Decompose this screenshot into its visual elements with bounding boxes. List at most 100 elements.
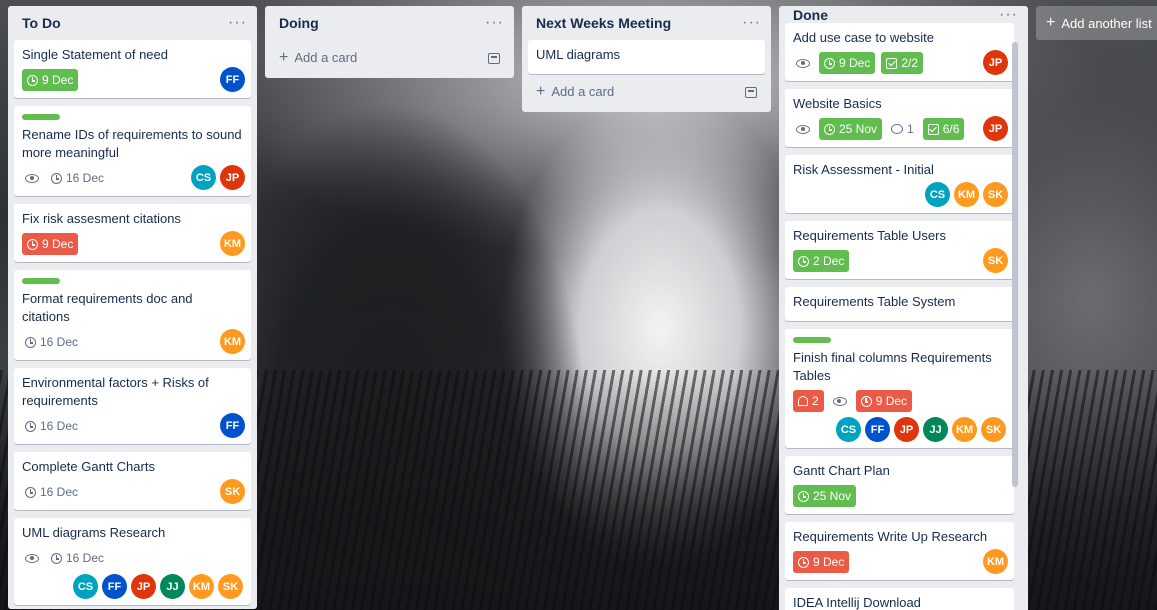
add-card-left: + Add a card	[279, 49, 357, 67]
card[interactable]: Rename IDs of requirements to sound more…	[14, 106, 251, 196]
card[interactable]: Gantt Chart Plan 25 Nov	[785, 456, 1014, 514]
clock-icon	[798, 490, 809, 502]
avatar[interactable]: SK	[983, 248, 1008, 273]
avatar[interactable]: SK	[218, 574, 243, 599]
card[interactable]: Requirements Write Up Research 9 Dec KM	[785, 522, 1014, 580]
card[interactable]: Complete Gantt Charts 16 Dec SK	[14, 452, 251, 510]
green-label[interactable]	[793, 337, 831, 343]
due-date-badge[interactable]: 16 Dec	[48, 547, 107, 569]
card-badges: 16 Dec	[22, 480, 243, 504]
due-date-badge[interactable]: 9 Dec	[22, 233, 79, 255]
avatar[interactable]: JJ	[923, 417, 948, 442]
card[interactable]: Website Basics 25 Nov 1 6/6 JP	[785, 89, 1014, 147]
due-date-badge[interactable]: 25 Nov	[819, 118, 883, 140]
green-label[interactable]	[22, 114, 60, 120]
list-title[interactable]: Next Weeks Meeting	[536, 15, 671, 31]
due-date-badge[interactable]: 16 Dec	[22, 331, 81, 353]
card-members: FF	[220, 67, 245, 92]
list-header: Next Weeks Meeting ···	[522, 6, 771, 40]
due-date-badge[interactable]: 9 Dec	[855, 390, 913, 412]
list-menu-icon[interactable]: ···	[485, 15, 504, 31]
card[interactable]: IDEA Intellij Download	[785, 588, 1014, 610]
avatar[interactable]: JP	[220, 165, 245, 190]
list-menu-icon[interactable]: ···	[742, 15, 761, 31]
avatar[interactable]: SK	[983, 182, 1008, 207]
card[interactable]: Single Statement of need 9 Dec FF	[14, 40, 251, 98]
card-members: KM	[220, 231, 245, 256]
clock-icon	[25, 486, 36, 498]
avatar[interactable]: KM	[189, 574, 214, 599]
card[interactable]: Format requirements doc and citations 16 …	[14, 270, 251, 360]
avatar[interactable]: KM	[220, 329, 245, 354]
card-title: UML diagrams Research	[22, 525, 166, 540]
card[interactable]: Requirements Table System	[785, 287, 1014, 321]
checklist-badge: 6/6	[922, 118, 965, 140]
plus-icon: +	[279, 49, 289, 66]
avatar[interactable]: SK	[220, 479, 245, 504]
card[interactable]: Add use case to website 9 Dec 2/2 JP	[785, 23, 1014, 81]
add-another-list-button[interactable]: + Add another list	[1036, 6, 1157, 40]
clock-icon	[824, 57, 835, 69]
avatar[interactable]: JP	[131, 574, 156, 599]
avatar[interactable]: CS	[836, 417, 861, 442]
due-date-badge[interactable]: 16 Dec	[22, 481, 81, 503]
scrollbar-thumb[interactable]	[1012, 42, 1018, 487]
comments-badge: 1	[888, 118, 917, 140]
add-card-button[interactable]: + Add a card	[528, 76, 765, 108]
watch-badge	[793, 118, 813, 140]
card[interactable]: Environmental factors + Risks of require…	[14, 368, 251, 444]
list-title[interactable]: To Do	[22, 15, 61, 31]
card[interactable]: Finish final columns Requirements Tables…	[785, 329, 1014, 448]
due-date-badge[interactable]: 9 Dec	[793, 551, 850, 573]
card-title: Website Basics	[793, 96, 882, 111]
card[interactable]: Fix risk assesment citations 9 Dec KM	[14, 204, 251, 262]
avatar[interactable]: KM	[954, 182, 979, 207]
due-date: 16 Dec	[66, 171, 105, 185]
card-list: UML diagrams	[522, 40, 771, 74]
avatar[interactable]: CS	[925, 182, 950, 207]
list-title[interactable]: Done	[793, 7, 828, 23]
avatar[interactable]: KM	[983, 549, 1008, 574]
due-date: 2 Dec	[813, 254, 845, 268]
avatar[interactable]: JP	[983, 50, 1008, 75]
green-label[interactable]	[22, 278, 60, 284]
due-date-badge[interactable]: 2 Dec	[793, 250, 850, 272]
card-template-icon[interactable]	[488, 52, 500, 64]
list-menu-icon[interactable]: ···	[228, 15, 247, 31]
avatar[interactable]: KM	[220, 231, 245, 256]
avatar[interactable]: KM	[952, 417, 977, 442]
due-date-badge[interactable]: 16 Dec	[48, 167, 107, 189]
card-badges: 25 Nov	[793, 484, 1006, 508]
card-badges: 9 Dec	[22, 68, 243, 92]
card[interactable]: UML diagrams	[528, 40, 765, 74]
list-menu-icon[interactable]: ···	[999, 6, 1018, 23]
card-title: Format requirements doc and citations	[22, 291, 193, 324]
list-title[interactable]: Doing	[279, 15, 319, 31]
card[interactable]: UML diagrams Research 16 Dec CS FF JP JJ KM SK	[14, 518, 251, 605]
avatar[interactable]: FF	[220, 67, 245, 92]
avatar[interactable]: FF	[102, 574, 127, 599]
avatar[interactable]: JP	[894, 417, 919, 442]
avatar[interactable]: SK	[981, 417, 1006, 442]
card-title: Add use case to website	[793, 30, 934, 45]
due-date-badge[interactable]: 16 Dec	[22, 415, 81, 437]
due-date-badge[interactable]: 25 Nov	[793, 485, 857, 507]
card[interactable]: Requirements Table Users 2 Dec SK	[785, 221, 1014, 279]
avatar[interactable]: FF	[220, 413, 245, 438]
due-date-badge[interactable]: 9 Dec	[22, 69, 79, 91]
card-template-icon[interactable]	[745, 86, 757, 98]
avatar[interactable]: FF	[865, 417, 890, 442]
avatar[interactable]: CS	[73, 574, 98, 599]
done-list-scrollbar[interactable]	[1012, 42, 1018, 602]
clock-icon	[51, 172, 62, 184]
card[interactable]: Risk Assessment - Initial CS KM SK	[785, 155, 1014, 213]
add-card-button[interactable]: + Add a card	[271, 42, 508, 74]
avatar[interactable]: JJ	[160, 574, 185, 599]
due-date: 9 Dec	[875, 394, 908, 408]
due-date-badge[interactable]: 9 Dec	[819, 52, 876, 74]
card-badges: 2 9 Dec	[793, 389, 1006, 413]
due-date: 25 Nov	[813, 489, 852, 503]
add-list-label: Add another list	[1061, 15, 1152, 31]
avatar[interactable]: CS	[191, 165, 216, 190]
avatar[interactable]: JP	[983, 116, 1008, 141]
